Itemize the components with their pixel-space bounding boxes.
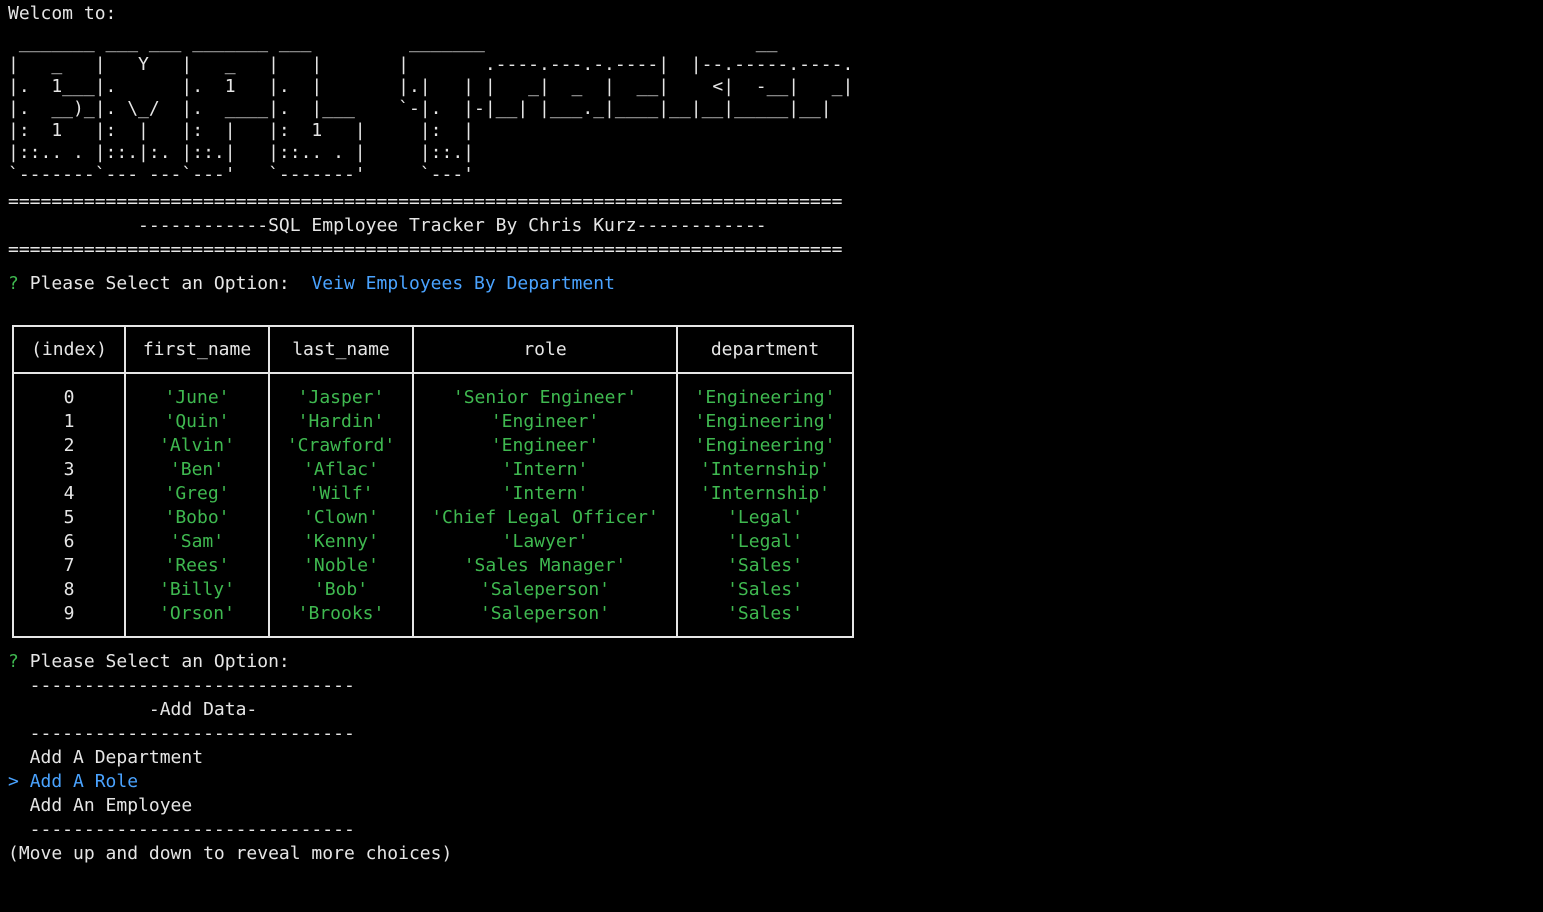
cell-first-name: 'Greg': [124, 482, 270, 506]
cell-index: 0: [12, 373, 126, 410]
table-row: 8 'Billy' 'Bob' 'Saleperson' 'Sales': [12, 578, 854, 602]
prompt-question-2: Please Select an Option:: [29, 651, 290, 672]
cell-index: 6: [12, 530, 126, 554]
cell-first-name: 'Billy': [124, 578, 270, 602]
cell-role: 'Lawyer': [412, 530, 678, 554]
prompt-answer: Veiw Employees By Department: [311, 273, 615, 294]
cell-role: 'Engineer': [412, 410, 678, 434]
cell-index: 1: [12, 410, 126, 434]
welcome-text: Welcom to:: [8, 3, 117, 24]
prompt-select-option: ? Please Select an Option: Veiw Employee…: [8, 272, 1528, 296]
cell-first-name: 'June': [124, 373, 270, 410]
cell-department: 'Internship': [676, 482, 854, 506]
terminal-output: Welcom to: _______ ___ ___ _______ ___ _…: [8, 2, 1528, 296]
cell-role: 'Engineer': [412, 434, 678, 458]
cell-department: 'Engineering': [676, 410, 854, 434]
cell-role: 'Saleperson': [412, 578, 678, 602]
cell-last-name: 'Wilf': [268, 482, 414, 506]
cell-index: 2: [12, 434, 126, 458]
cell-department: 'Legal': [676, 530, 854, 554]
table-row: 0 'June' 'Jasper' 'Senior Engineer' 'Eng…: [12, 373, 854, 410]
cell-first-name: 'Rees': [124, 554, 270, 578]
cell-last-name: 'Kenny': [268, 530, 414, 554]
menu-item-add-role[interactable]: > Add A Role: [8, 770, 452, 794]
banner-text: ------------SQL Employee Tracker By Chri…: [8, 215, 767, 236]
column-header-department: department: [676, 325, 854, 374]
cell-last-name: 'Bob': [268, 578, 414, 602]
cell-role: 'Intern': [412, 482, 678, 506]
column-header-last-name: last_name: [268, 325, 414, 374]
cell-department: 'Engineering': [676, 434, 854, 458]
cell-index: 5: [12, 506, 126, 530]
table-row: 9 'Orson' 'Brooks' 'Saleperson' 'Sales': [12, 602, 854, 637]
table-row: 4 'Greg' 'Wilf' 'Intern' 'Internship': [12, 482, 854, 506]
cell-last-name: 'Jasper': [268, 373, 414, 410]
cell-last-name: 'Clown': [268, 506, 414, 530]
cell-first-name: 'Orson': [124, 602, 270, 637]
cell-role: 'Sales Manager': [412, 554, 678, 578]
table-row: 3 'Ben' 'Aflac' 'Intern' 'Internship': [12, 458, 854, 482]
cell-last-name: 'Brooks': [268, 602, 414, 637]
table-row: 1 'Quin' 'Hardin' 'Engineer' 'Engineerin…: [12, 410, 854, 434]
menu-item-add-employee[interactable]: Add An Employee: [8, 794, 452, 818]
cell-department: 'Sales': [676, 578, 854, 602]
cell-last-name: 'Crawford': [268, 434, 414, 458]
cell-first-name: 'Quin': [124, 410, 270, 434]
cell-department: 'Internship': [676, 458, 854, 482]
cell-first-name: 'Bobo': [124, 506, 270, 530]
cell-department: 'Sales': [676, 602, 854, 637]
separator-top: ========================================…: [8, 191, 843, 212]
menu-divider: ------------------------------: [8, 675, 355, 696]
table-row: 6 'Sam' 'Kenny' 'Lawyer' 'Legal': [12, 530, 854, 554]
question-marker-icon: ?: [8, 273, 19, 294]
cell-last-name: 'Aflac': [268, 458, 414, 482]
cell-index: 9: [12, 602, 126, 637]
menu-hint: (Move up and down to reveal more choices…: [8, 843, 453, 864]
column-header-index: (index): [12, 325, 126, 374]
prompt-select-option-2: ? Please Select an Option:: [8, 650, 452, 674]
cell-department: 'Legal': [676, 506, 854, 530]
column-header-role: role: [412, 325, 678, 374]
cell-index: 8: [12, 578, 126, 602]
pointer-icon: >: [8, 771, 19, 792]
table-row: 5 'Bobo' 'Clown' 'Chief Legal Officer' '…: [12, 506, 854, 530]
column-header-first-name: first_name: [124, 325, 270, 374]
cell-role: 'Senior Engineer': [412, 373, 678, 410]
employee-table: (index) first_name last_name role depart…: [12, 325, 854, 638]
cell-index: 7: [12, 554, 126, 578]
menu-section-title: -Add Data-: [8, 699, 258, 720]
cell-role: 'Intern': [412, 458, 678, 482]
ascii-logo: _______ ___ ___ _______ ___ _______ __ |…: [8, 32, 854, 185]
prompt-question: Please Select an Option:: [29, 273, 290, 294]
cell-first-name: 'Alvin': [124, 434, 270, 458]
cell-first-name: 'Ben': [124, 458, 270, 482]
menu-divider: ------------------------------: [8, 819, 355, 840]
option-menu: ? Please Select an Option: -------------…: [8, 650, 452, 866]
separator-bottom: ========================================…: [8, 239, 843, 260]
table-header-row: (index) first_name last_name role depart…: [12, 325, 854, 374]
cell-last-name: 'Noble': [268, 554, 414, 578]
cell-role: 'Saleperson': [412, 602, 678, 637]
table-row: 2 'Alvin' 'Crawford' 'Engineer' 'Enginee…: [12, 434, 854, 458]
menu-item-add-department[interactable]: Add A Department: [8, 746, 452, 770]
cell-index: 3: [12, 458, 126, 482]
question-marker-icon: ?: [8, 651, 19, 672]
table-body: 0 'June' 'Jasper' 'Senior Engineer' 'Eng…: [12, 373, 854, 637]
cell-department: 'Engineering': [676, 373, 854, 410]
cell-department: 'Sales': [676, 554, 854, 578]
menu-divider: ------------------------------: [8, 723, 355, 744]
cell-index: 4: [12, 482, 126, 506]
cell-role: 'Chief Legal Officer': [412, 506, 678, 530]
cell-first-name: 'Sam': [124, 530, 270, 554]
menu-item-label: Add A Role: [29, 771, 139, 792]
cell-last-name: 'Hardin': [268, 410, 414, 434]
table-row: 7 'Rees' 'Noble' 'Sales Manager' 'Sales': [12, 554, 854, 578]
